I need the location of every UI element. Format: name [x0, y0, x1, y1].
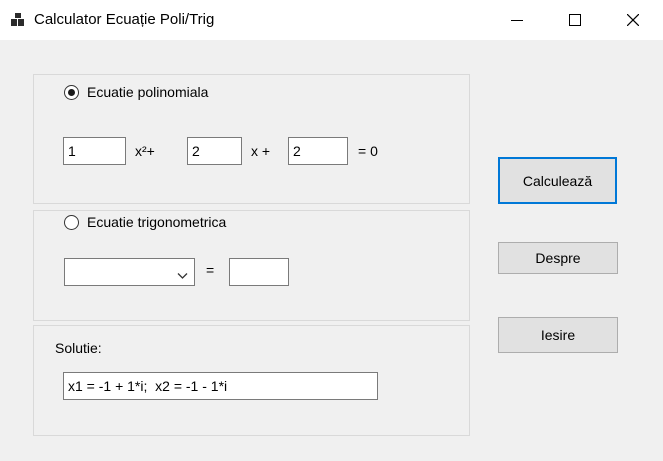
minimize-button[interactable]	[494, 0, 540, 40]
close-icon	[627, 14, 639, 26]
solution-output[interactable]: x1 = -1 + 1*i; x2 = -1 - 1*i	[63, 372, 378, 400]
coef-a-input[interactable]: 1	[63, 137, 126, 165]
trig-value-input[interactable]	[229, 258, 289, 286]
calculate-button[interactable]: Calculează	[498, 157, 617, 204]
app-icon	[11, 13, 25, 26]
polynomial-radio[interactable]: Ecuatie polinomiala	[64, 84, 215, 100]
x-squared-label: x²+	[135, 143, 155, 159]
trigonometric-radio-dot[interactable]	[64, 214, 79, 230]
trig-equals-label: =	[206, 262, 215, 278]
maximize-icon	[569, 14, 581, 26]
maximize-button[interactable]	[552, 0, 598, 40]
chevron-down-icon	[177, 267, 188, 283]
polynomial-radio-dot[interactable]	[64, 84, 79, 100]
x-label: x +	[251, 143, 271, 159]
trigonometric-radio[interactable]: Ecuatie trigonometrica	[64, 214, 233, 230]
coef-b-input[interactable]: 2	[187, 137, 242, 165]
minimize-icon	[511, 20, 523, 21]
title-bar: Calculator Ecuație Poli/Trig	[0, 0, 663, 40]
close-button[interactable]	[610, 0, 656, 40]
exit-button[interactable]: Iesire	[498, 317, 618, 353]
coef-c-input[interactable]: 2	[288, 137, 348, 165]
window-title: Calculator Ecuație Poli/Trig	[34, 11, 215, 28]
trig-function-select[interactable]	[64, 258, 195, 286]
trigonometric-radio-label: Ecuatie trigonometrica	[87, 214, 227, 230]
solution-label: Solutie:	[55, 340, 102, 356]
equals-zero-label: = 0	[358, 143, 378, 159]
about-button[interactable]: Despre	[498, 242, 618, 274]
polynomial-radio-label: Ecuatie polinomiala	[87, 84, 209, 100]
